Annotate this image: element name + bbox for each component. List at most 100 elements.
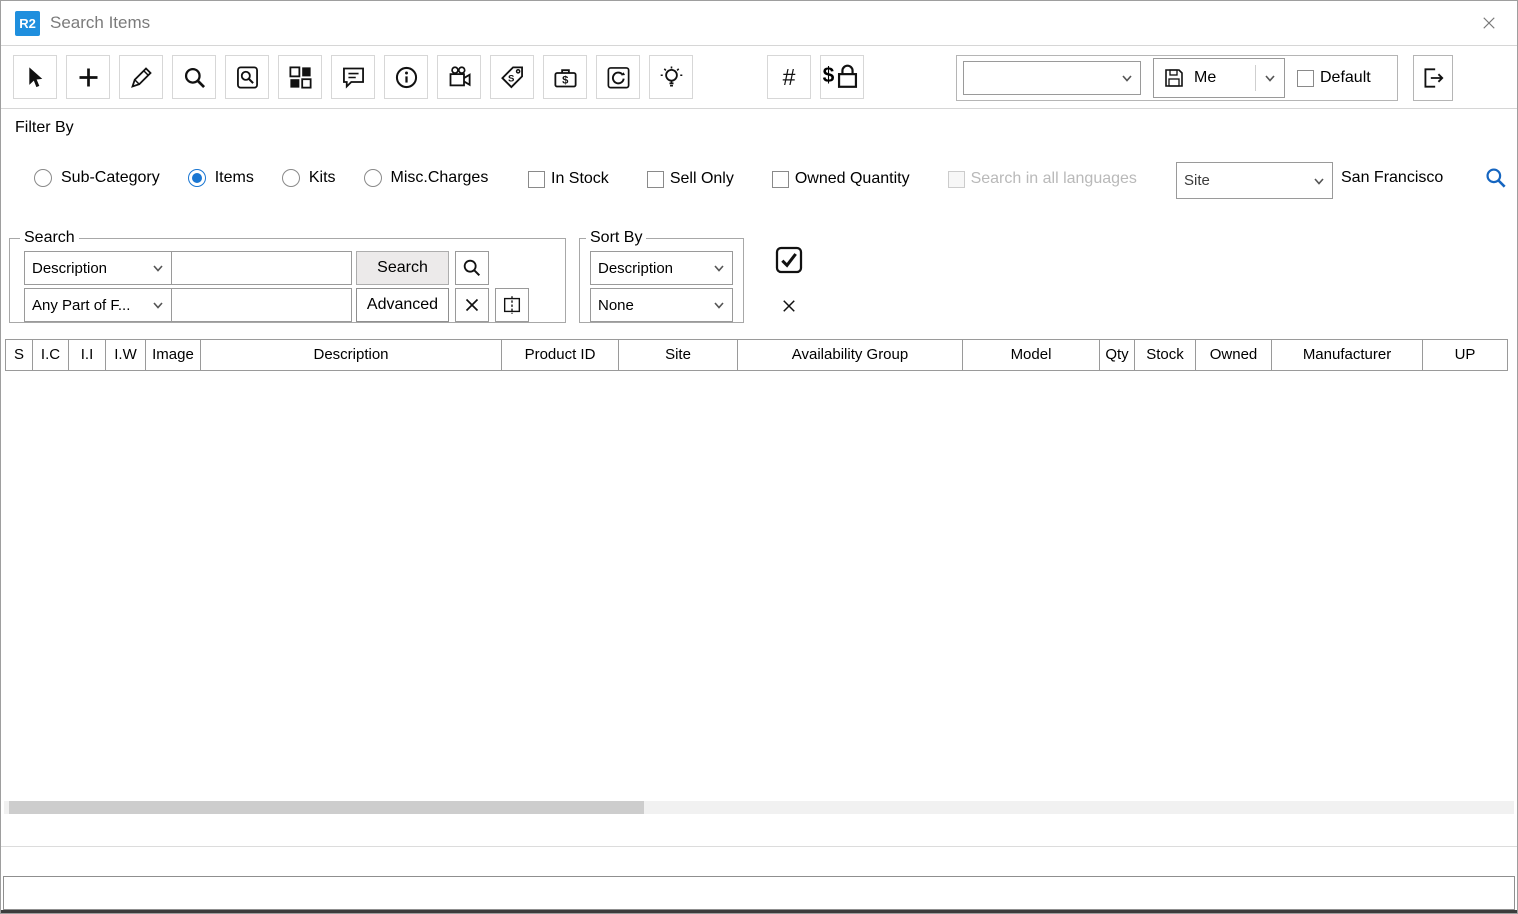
sort-primary-value: Description [598, 260, 673, 277]
idea-icon [658, 64, 685, 91]
column-header[interactable]: I.W [105, 339, 146, 371]
search-document-icon [234, 64, 261, 91]
column-header[interactable]: Stock [1134, 339, 1196, 371]
radio-indicator[interactable] [364, 169, 382, 187]
pointer-button[interactable] [13, 55, 57, 99]
column-header[interactable]: I.C [32, 339, 69, 371]
toolbar-left-group: S $ [13, 55, 864, 99]
column-header[interactable]: Product ID [501, 339, 619, 371]
close-button[interactable] [1475, 9, 1503, 37]
radio-label: Sub-Category [61, 169, 160, 187]
exit-icon [1420, 65, 1446, 91]
results-table-header: S I.C I.I I.W Image Description Product … [5, 339, 1508, 371]
svg-text:$: $ [562, 74, 569, 86]
number-button[interactable]: # [767, 55, 811, 99]
checkbox-label: Sell Only [670, 170, 734, 188]
match-mode-combobox[interactable]: Any Part of F... [24, 288, 172, 322]
search-field-value: Description [32, 260, 107, 277]
column-header[interactable]: S [5, 339, 33, 371]
compare-button[interactable] [495, 288, 529, 322]
price-lock-button[interactable]: $ [820, 55, 864, 99]
sort-secondary-combobox[interactable]: None [590, 288, 733, 322]
money-case-icon: $ [552, 64, 579, 91]
horizontal-scrollbar[interactable] [4, 801, 1514, 814]
radio-items[interactable]: Items [188, 169, 254, 187]
radio-label: Kits [309, 169, 336, 187]
clear-sort-button[interactable] [775, 292, 803, 320]
checkbox-label: Owned Quantity [795, 170, 910, 188]
idea-button[interactable] [649, 55, 693, 99]
filter-by-label: Filter By [15, 119, 74, 137]
site-combobox-value: Site [1184, 172, 1210, 189]
radio-sub-category[interactable]: Sub-Category [34, 169, 160, 187]
sell-only-checkbox[interactable] [647, 171, 664, 188]
search-text-input[interactable] [172, 251, 352, 285]
history-button[interactable] [596, 55, 640, 99]
pointer-icon [22, 64, 49, 91]
radio-indicator[interactable] [282, 169, 300, 187]
column-header[interactable]: Site [618, 339, 738, 371]
site-combobox[interactable]: Site [1176, 162, 1333, 199]
column-header[interactable]: UP [1422, 339, 1508, 371]
sort-by-legend: Sort By [586, 229, 646, 247]
money-case-button[interactable]: $ [543, 55, 587, 99]
price-tag-button[interactable]: S [490, 55, 534, 99]
radio-label: Misc.Charges [391, 169, 489, 187]
column-header[interactable]: Owned [1195, 339, 1272, 371]
default-checkbox-row: Default [1297, 69, 1371, 87]
scrollbar-thumb[interactable] [9, 801, 644, 814]
bottom-separator [1, 846, 1517, 847]
radio-indicator[interactable] [34, 169, 52, 187]
column-header[interactable]: Qty [1099, 339, 1135, 371]
column-header[interactable]: Model [962, 339, 1100, 371]
edit-button[interactable] [119, 55, 163, 99]
advanced-button[interactable]: Advanced [356, 288, 449, 322]
x-icon [780, 297, 798, 315]
video-search-button[interactable] [437, 55, 481, 99]
owned-quantity-checkbox[interactable] [772, 171, 789, 188]
column-header[interactable]: Manufacturer [1271, 339, 1423, 371]
info-button[interactable] [384, 55, 428, 99]
sort-primary-combobox[interactable]: Description [590, 251, 733, 285]
column-header[interactable]: I.I [68, 339, 106, 371]
save-view-button[interactable]: Me [1153, 58, 1285, 98]
checkbox-sell-only-row[interactable]: Sell Only [647, 170, 734, 188]
search-row-1: Description Search [24, 251, 565, 285]
site-selected-value: San Francisco [1341, 169, 1443, 187]
search-button[interactable]: Search [356, 251, 449, 285]
apply-sort-button[interactable] [771, 242, 807, 278]
toolbar-combobox[interactable] [963, 61, 1141, 95]
checkbox-owned-quantity-row[interactable]: Owned Quantity [772, 170, 910, 188]
search-document-button[interactable] [225, 55, 269, 99]
layout-grid-button[interactable] [278, 55, 322, 99]
checkbox-in-stock-row[interactable]: In Stock [528, 170, 609, 188]
video-search-icon [446, 64, 473, 91]
exit-button[interactable] [1413, 55, 1453, 101]
advanced-text-input[interactable] [172, 288, 352, 322]
site-search-button[interactable] [1483, 165, 1509, 191]
search-button-toolbar[interactable] [172, 55, 216, 99]
clear-search-button[interactable] [455, 288, 489, 322]
radio-misc-charges[interactable]: Misc.Charges [364, 169, 489, 187]
add-button[interactable] [66, 55, 110, 99]
default-checkbox[interactable] [1297, 70, 1314, 87]
column-header[interactable]: Description [200, 339, 502, 371]
chevron-down-icon [1121, 73, 1133, 83]
radio-indicator[interactable] [188, 169, 206, 187]
chevron-down-icon [1264, 73, 1276, 83]
in-stock-checkbox[interactable] [528, 171, 545, 188]
number-icon: # [783, 64, 796, 91]
column-header[interactable]: Image [145, 339, 201, 371]
column-header[interactable]: Availability Group [737, 339, 963, 371]
search-legend: Search [20, 229, 79, 247]
quick-search-button[interactable] [455, 251, 489, 285]
search-fieldset: Search Description Search Any Part of F.… [9, 229, 566, 323]
window-title: Search Items [50, 13, 150, 33]
search-icon [461, 257, 483, 279]
radio-kits[interactable]: Kits [282, 169, 336, 187]
chevron-down-icon [152, 263, 164, 273]
comment-button[interactable] [331, 55, 375, 99]
checkbox-all-languages-row: Search in all languages [948, 170, 1137, 188]
app-logo: R2 [15, 11, 40, 36]
search-field-combobox[interactable]: Description [24, 251, 172, 285]
